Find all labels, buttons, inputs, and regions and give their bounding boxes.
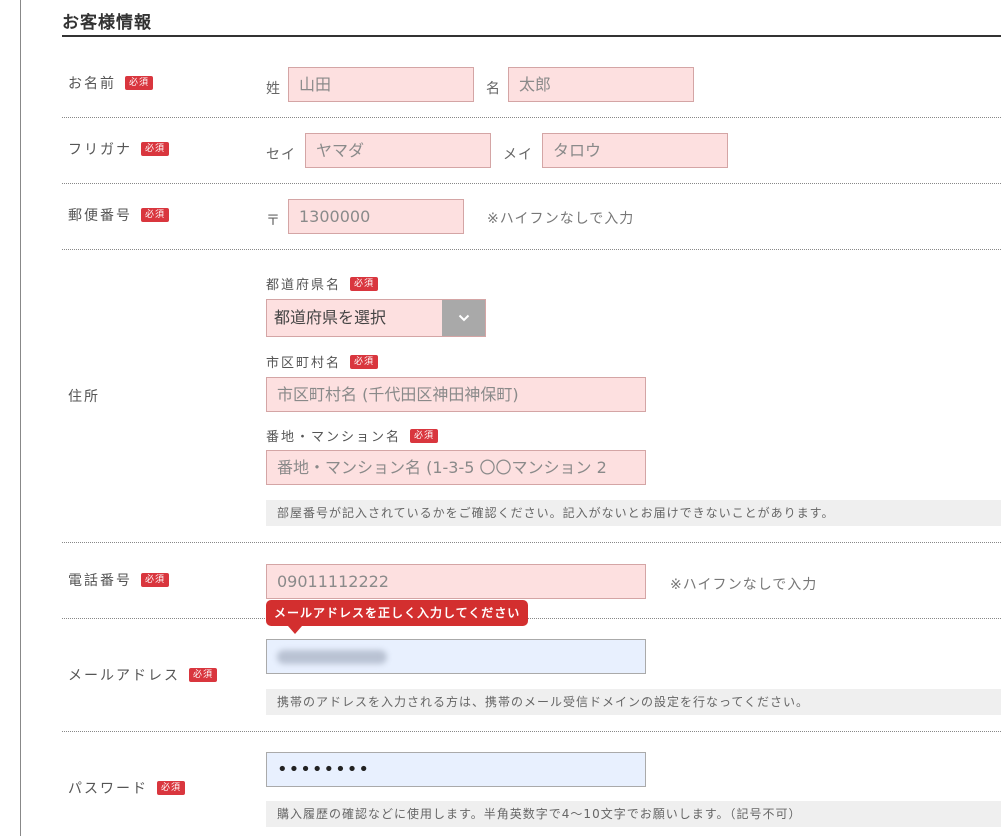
required-badge: 必須 <box>141 142 170 156</box>
furigana-label-row: フリガナ 必須 <box>68 139 170 159</box>
blurred-email-value <box>277 650 387 664</box>
row-divider <box>62 731 1001 732</box>
first-name-input[interactable]: 太郎 <box>508 67 694 102</box>
phone-label-row: 電話番号 必須 <box>68 570 170 590</box>
select-toggle-button[interactable] <box>442 300 485 336</box>
email-input[interactable] <box>266 639 646 674</box>
phone-label: 電話番号 <box>68 573 132 589</box>
prefecture-label-row: 都道府県名 必須 <box>266 274 379 293</box>
row-divider <box>62 618 1001 619</box>
section-title-rule <box>62 35 1001 37</box>
email-error-tooltip: メールアドレスを正しく入力してください <box>266 600 529 634</box>
address-label: 住所 <box>68 389 100 405</box>
phone-hint: ※ハイフンなしで入力 <box>670 577 818 593</box>
last-kana-prefix: セイ <box>266 147 296 163</box>
last-name-prefix: 姓 <box>266 81 281 97</box>
required-badge: 必須 <box>125 76 154 90</box>
name-label: お名前 <box>68 76 116 92</box>
required-badge: 必須 <box>157 781 186 795</box>
section-title: お客様情報 <box>62 13 152 33</box>
address-label-row: 住所 <box>68 386 100 406</box>
password-input[interactable]: •••••••• <box>266 752 646 787</box>
prefecture-selected-value: 都道府県を選択 <box>274 308 387 327</box>
city-input[interactable]: 市区町村名 (千代田区神田神保町) <box>266 377 646 412</box>
first-kana-prefix: メイ <box>503 147 533 163</box>
prefecture-label: 都道府県名 <box>266 278 342 293</box>
last-name-input[interactable]: 山田 <box>288 67 474 102</box>
street-input[interactable]: 番地・マンション名 (1-3-5 〇〇マンション 2 <box>266 450 646 485</box>
address-note: 部屋番号が記入されているかをご確認ください。記入がないとお届けできないことがあり… <box>266 500 1001 526</box>
required-badge: 必須 <box>141 208 170 222</box>
city-label: 市区町村名 <box>266 356 342 371</box>
left-border-line <box>20 0 21 836</box>
prefecture-select[interactable]: 都道府県を選択 <box>266 299 486 337</box>
required-badge: 必須 <box>410 428 439 443</box>
first-kana-input[interactable]: タロウ <box>542 133 728 168</box>
postal-input[interactable]: 1300000 <box>288 199 464 234</box>
required-badge: 必須 <box>350 276 379 291</box>
street-label: 番地・マンション名 <box>266 430 402 445</box>
password-label: パスワード <box>68 781 148 797</box>
name-label-row: お名前 必須 <box>68 73 154 93</box>
postal-hint: ※ハイフンなしで入力 <box>487 211 635 227</box>
required-badge: 必須 <box>141 573 170 587</box>
email-note: 携帯のアドレスを入力される方は、携帯のメール受信ドメインの設定を行なってください… <box>266 689 1001 715</box>
email-label: メールアドレス <box>68 668 180 684</box>
required-badge: 必須 <box>189 668 218 682</box>
required-badge: 必須 <box>350 354 379 369</box>
city-label-row: 市区町村名 必須 <box>266 352 379 371</box>
row-divider <box>62 183 1001 184</box>
postal-label: 郵便番号 <box>68 208 132 224</box>
postal-label-row: 郵便番号 必須 <box>68 205 170 225</box>
chevron-down-icon <box>458 314 469 322</box>
password-label-row: パスワード 必須 <box>68 778 186 798</box>
furigana-label: フリガナ <box>68 142 132 158</box>
password-note: 購入履歴の確認などに使用します。半角英数字で4〜10文字でお願いします。（記号不… <box>266 801 1001 827</box>
last-kana-input[interactable]: ヤマダ <box>305 133 491 168</box>
street-label-row: 番地・マンション名 必須 <box>266 426 439 445</box>
first-name-prefix: 名 <box>486 81 501 97</box>
row-divider <box>62 117 1001 118</box>
phone-input[interactable]: 09011112222 <box>266 564 646 599</box>
row-divider <box>62 542 1001 543</box>
row-divider <box>62 249 1001 250</box>
email-label-row: メールアドレス 必須 <box>68 665 218 685</box>
postal-prefix: 〒 <box>266 213 281 229</box>
